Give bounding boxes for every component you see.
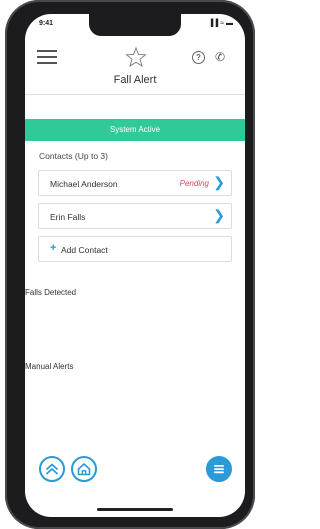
phone-frame: 9:41 ▐▐ ≈ ▬ ? ✆ Fall Alert System Active… — [5, 0, 255, 529]
list-icon[interactable] — [206, 456, 232, 482]
system-status-banner: System Active — [25, 119, 245, 141]
plus-icon: + — [50, 242, 57, 254]
double-chevron-up-icon[interactable] — [39, 456, 65, 482]
app-screen: 9:41 ▐▐ ≈ ▬ ? ✆ Fall Alert System Active… — [25, 14, 245, 517]
chevron-right-icon: ❯ — [213, 207, 225, 223]
phone-notch — [89, 14, 181, 36]
chevron-right-icon: ❯ — [213, 174, 225, 190]
phone-icon[interactable]: ✆ — [215, 50, 225, 64]
home-indicator — [97, 508, 173, 511]
contact-row-michael-anderson[interactable]: Michael Anderson Pending ❯ — [38, 170, 232, 196]
falls-detected-heading: Falls Detected — [25, 288, 77, 297]
add-contact-button[interactable]: + Add Contact — [38, 236, 232, 262]
top-nav-bar: ? ✆ — [25, 42, 245, 72]
pending-status-label: Pending — [179, 179, 209, 188]
hamburger-menu-icon[interactable] — [37, 50, 57, 64]
page-title: Fall Alert — [113, 74, 157, 86]
contact-name: Erin Falls — [50, 212, 86, 222]
help-icon[interactable]: ? — [192, 51, 205, 64]
contact-row-erin-falls[interactable]: Erin Falls ❯ — [38, 203, 232, 229]
contacts-heading: Contacts (Up to 3) — [39, 151, 108, 161]
star-logo-icon — [125, 46, 147, 68]
status-time: 9:41 — [39, 20, 54, 27]
home-icon[interactable] — [71, 456, 97, 482]
header-divider — [25, 94, 245, 95]
status-icons: ▐▐ ≈ ▬ — [208, 20, 233, 27]
contact-name: Michael Anderson — [50, 179, 118, 189]
add-contact-label: Add Contact — [61, 245, 108, 255]
manual-alerts-heading: Manual Alerts — [25, 362, 74, 371]
